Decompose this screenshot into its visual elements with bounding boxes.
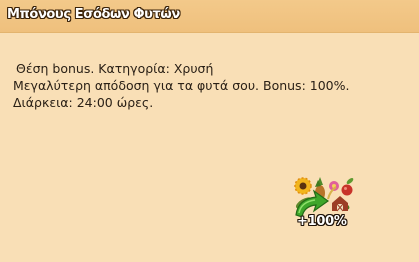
plants-bonus-badge: +100% bbox=[290, 173, 360, 235]
bonus-effect-duration-text: Μεγαλύτερη απόδοση για τα φυτά σου. Bonu… bbox=[13, 78, 350, 110]
bonus-tooltip-panel: Μπόνους Εσόδων Φυτών Θέση bonus. Κατηγορ… bbox=[0, 0, 419, 262]
bonus-description: Θέση bonus. Κατηγορία: Χρυσή Μεγαλύτερη … bbox=[13, 60, 408, 111]
bonus-slot-category-text: Θέση bonus. Κατηγορία: Χρυσή bbox=[16, 61, 214, 76]
panel-title: Μπόνους Εσόδων Φυτών bbox=[7, 7, 180, 22]
title-bar: Μπόνους Εσόδων Φυτών bbox=[0, 0, 419, 33]
bonus-percentage-label: +100% bbox=[297, 214, 347, 229]
